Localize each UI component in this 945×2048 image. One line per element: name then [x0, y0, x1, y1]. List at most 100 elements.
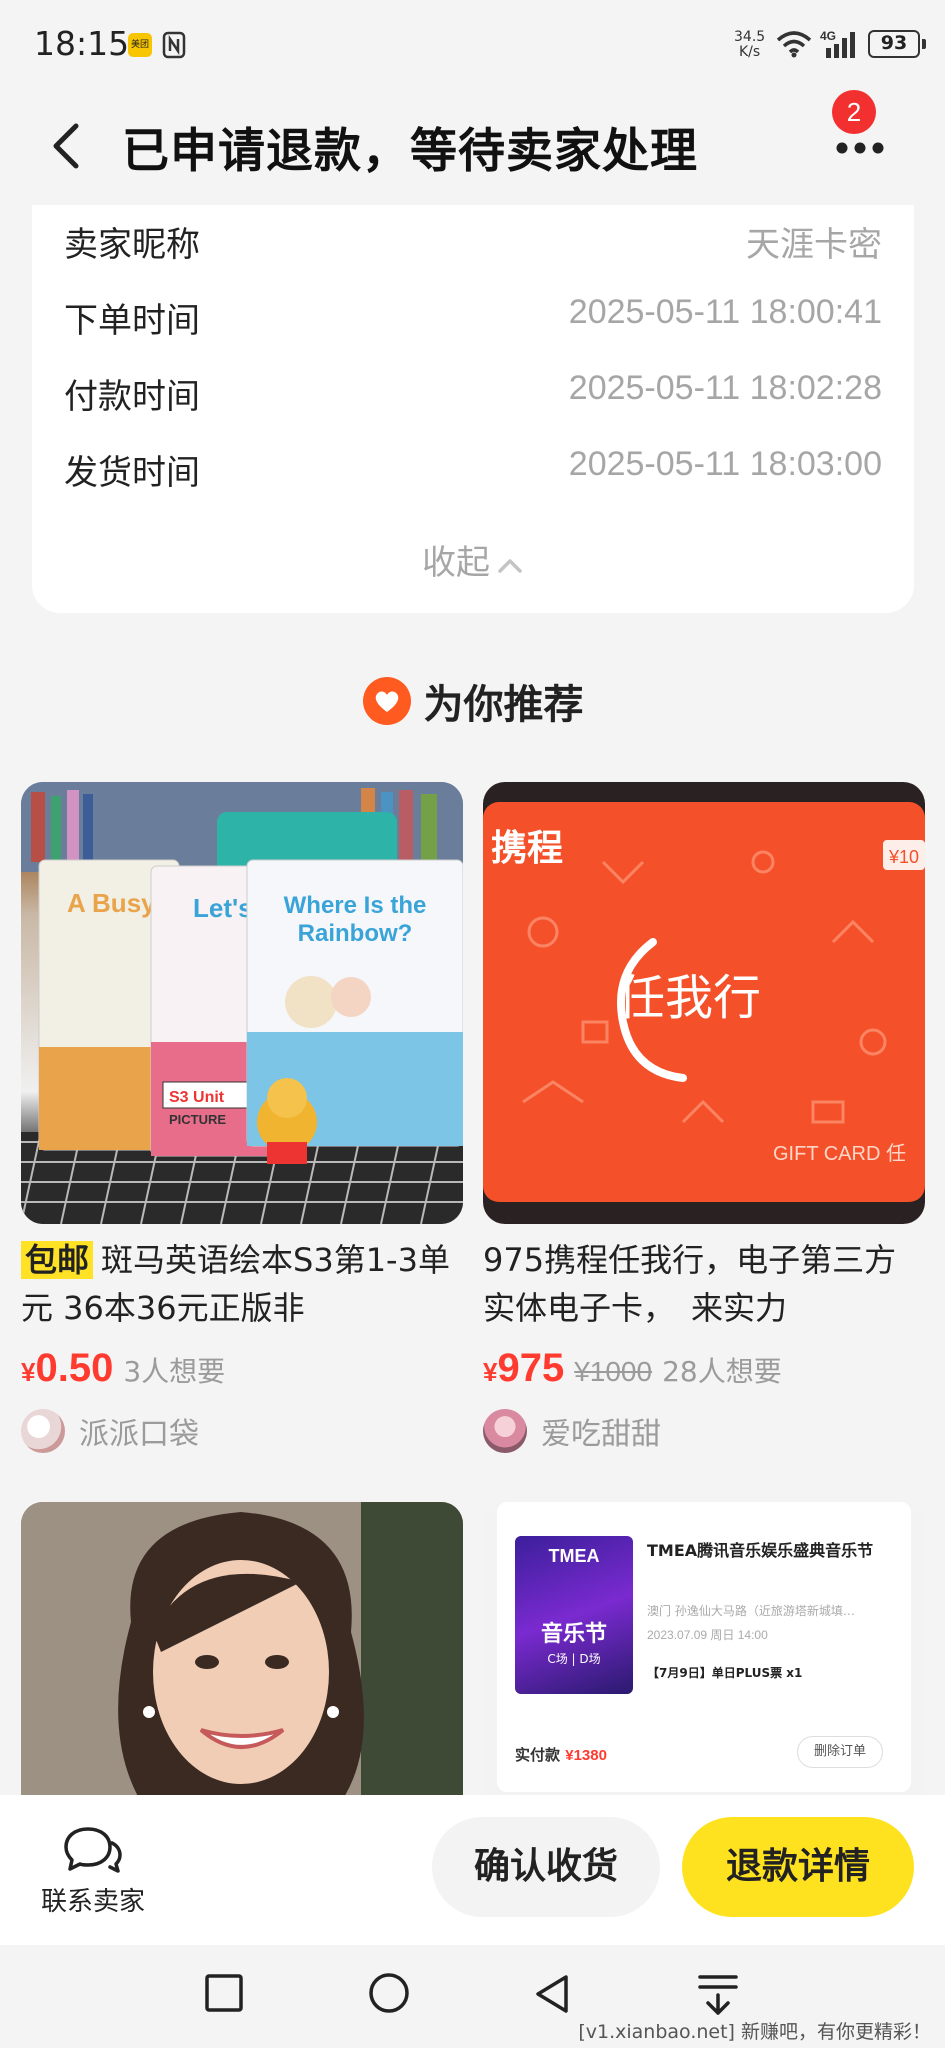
status-bar: 18:15 美团 34.5 K/s 4G 93	[0, 0, 945, 90]
currency-symbol: ¥	[483, 1357, 498, 1387]
info-value: 2025-05-11 18:02:28	[568, 369, 882, 407]
info-row-ship-time: 发货时间 2025-05-11 18:03:00	[64, 445, 882, 495]
recommend-title-text: 为你推荐	[423, 682, 584, 728]
avatar	[21, 1409, 65, 1453]
gift-card-brand: 携程	[491, 828, 563, 869]
product-image[interactable]: TMEA 音乐节 C场 | D场 TMEA腾讯音乐娱乐盛典音乐节 澳门 孙逸仙大…	[483, 1502, 925, 1795]
price-row: ¥0.50 3人想要	[21, 1346, 463, 1396]
seller-nickname[interactable]: 天涯卡密	[746, 217, 882, 266]
poster-title: 音乐节	[540, 1622, 607, 1647]
home-icon[interactable]	[367, 1973, 411, 2017]
wifi-icon	[776, 31, 812, 58]
ticket-order-card: TMEA 音乐节 C场 | D场 TMEA腾讯音乐娱乐盛典音乐节 澳门 孙逸仙大…	[497, 1502, 911, 1792]
contact-seller-label: 联系卖家	[40, 1887, 145, 1917]
speed-unit: K/s	[738, 44, 761, 60]
collapse-button[interactable]: 收起	[32, 535, 914, 584]
recent-apps-icon[interactable]	[204, 1973, 244, 2013]
price-row: ¥975 ¥1000 28人想要	[483, 1346, 925, 1396]
wants-count: 3人想要	[123, 1355, 226, 1388]
system-nav-bar: [v1.xianbao.net] 新赚吧，有你更精彩！	[0, 1945, 945, 2048]
info-row-seller: 卖家昵称 天涯卡密	[64, 217, 882, 267]
seller-info[interactable]: 派派口袋	[21, 1406, 463, 1456]
info-label: 卖家昵称	[64, 225, 200, 265]
wants-count: 28人想要	[662, 1355, 782, 1388]
ticket-title: TMEA腾讯音乐娱乐盛典音乐节	[647, 1541, 874, 1560]
info-value: 2025-05-11 18:03:00	[568, 445, 882, 483]
poster-brand: TMEA	[548, 1546, 600, 1566]
product-title: 包邮 斑马英语绘本S3第1-3单元 36本36元正版非	[21, 1236, 463, 1332]
portrait-image	[21, 1502, 463, 1795]
speed-value: 34.5	[734, 29, 766, 45]
more-button[interactable]	[832, 130, 892, 170]
currency-symbol: ¥	[21, 1357, 36, 1387]
back-icon[interactable]	[44, 110, 88, 180]
seller-info[interactable]: 爱吃甜甜	[483, 1406, 925, 1456]
product-title: 975携程任我行，电子第三方实体电子卡， 来实力	[483, 1241, 897, 1327]
back-nav-icon[interactable]	[532, 1973, 572, 2017]
status-time: 18:15	[34, 24, 130, 63]
ticket-desc: 【7月9日】单日PLUS票 x1	[647, 1666, 803, 1680]
price-value: 0.50	[35, 1346, 114, 1390]
price-value: 975	[497, 1346, 565, 1390]
header: 已申请退款，等待卖家处理 2	[0, 90, 945, 200]
notification-badge: 2	[832, 90, 876, 134]
meituan-app-icon: 美团	[128, 33, 152, 57]
ticket-paid: 实付款 ¥1380	[515, 1744, 607, 1765]
bottom-action-bar: 联系卖家 确认收货 退款详情	[0, 1795, 945, 1945]
chevron-up-icon	[498, 558, 522, 573]
info-value: 2025-05-11 18:00:41	[568, 293, 882, 331]
gift-card-label: GIFT CARD 任	[773, 1142, 906, 1165]
confirm-receipt-button[interactable]: 确认收货	[432, 1817, 660, 1917]
chat-icon	[64, 1827, 122, 1873]
info-row-order-time: 下单时间 2025-05-11 18:00:41	[64, 293, 882, 343]
product-image[interactable]: 携程 ¥10 任我行 GIFT CARD 任	[483, 782, 925, 1224]
seller-name: 爱吃甜甜	[541, 1417, 661, 1452]
avatar	[483, 1409, 527, 1453]
ticket-paid-amount: ¥1380	[565, 1747, 607, 1764]
product-card[interactable]: TMEA 音乐节 C场 | D场 TMEA腾讯音乐娱乐盛典音乐节 澳门 孙逸仙大…	[483, 1502, 925, 1795]
book-picture-label: PICTURE	[169, 1112, 226, 1127]
contact-seller-button[interactable]: 联系卖家	[38, 1825, 148, 1918]
book-title-3: Where Is the Rainbow?	[283, 892, 427, 947]
network-type: 4G	[820, 29, 836, 43]
info-label: 付款时间	[64, 377, 200, 417]
original-price: ¥1000	[574, 1356, 653, 1387]
nfc-icon	[162, 31, 186, 59]
product-card[interactable]: A Busy Let's S3 Unit PICTURE Where Is th…	[21, 782, 463, 1456]
seller-name: 派派口袋	[79, 1417, 199, 1452]
poster-sub: C场 | D场	[547, 1652, 601, 1666]
collapse-label: 收起	[422, 543, 490, 583]
product-price: ¥0.50	[21, 1346, 113, 1391]
order-info-card: 卖家昵称 天涯卡密 下单时间 2025-05-11 18:00:41 付款时间 …	[32, 205, 914, 613]
product-image[interactable]: A Busy Let's S3 Unit PICTURE Where Is th…	[21, 782, 463, 1224]
refund-details-button[interactable]: 退款详情	[682, 1817, 914, 1917]
book-title-2: Let's	[193, 893, 253, 923]
product-price: ¥975	[483, 1346, 564, 1391]
recommend-section-title: 为你推荐	[0, 672, 945, 732]
product-card[interactable]	[21, 1502, 463, 1795]
ticket-paid-label: 实付款	[515, 1746, 561, 1764]
info-row-pay-time: 付款时间 2025-05-11 18:02:28	[64, 369, 882, 419]
ticket-date: 2023.07.09 周日 14:00	[647, 1628, 768, 1642]
page-title: 已申请退款，等待卖家处理	[122, 124, 698, 179]
books-illustration: A Busy Let's S3 Unit PICTURE Where Is th…	[21, 782, 463, 1224]
battery-indicator: 93	[868, 30, 926, 58]
network-speed: 34.5 K/s	[734, 30, 765, 60]
heart-icon	[362, 677, 411, 725]
ticket-delete-button: 删除订单	[797, 1736, 883, 1768]
product-image[interactable]	[21, 1502, 463, 1795]
ticket-venue: 澳门 孙逸仙大马路（近旅游塔新城填…	[647, 1604, 855, 1618]
watermark-text: [v1.xianbao.net] 新赚吧，有你更精彩！	[578, 2021, 931, 2043]
info-label: 发货时间	[64, 453, 200, 493]
info-label: 下单时间	[64, 301, 200, 341]
product-card[interactable]: 携程 ¥10 任我行 GIFT CARD 任 975携程任我行，电子第三方实体电…	[483, 782, 925, 1456]
book-title-1: A Busy	[67, 888, 156, 918]
signal-icon: 4G	[820, 29, 855, 58]
book-unit-label: S3 Unit	[169, 1089, 225, 1106]
notification-pull-icon[interactable]	[696, 1973, 740, 2017]
ticket-poster: TMEA 音乐节 C场 | D场	[515, 1536, 633, 1694]
free-shipping-tag: 包邮	[21, 1241, 94, 1279]
gift-card-illustration: 携程 ¥10 任我行 GIFT CARD 任	[483, 802, 925, 1202]
gift-card-value: ¥10	[888, 847, 919, 867]
gift-card-name: 任我行	[617, 970, 761, 1026]
